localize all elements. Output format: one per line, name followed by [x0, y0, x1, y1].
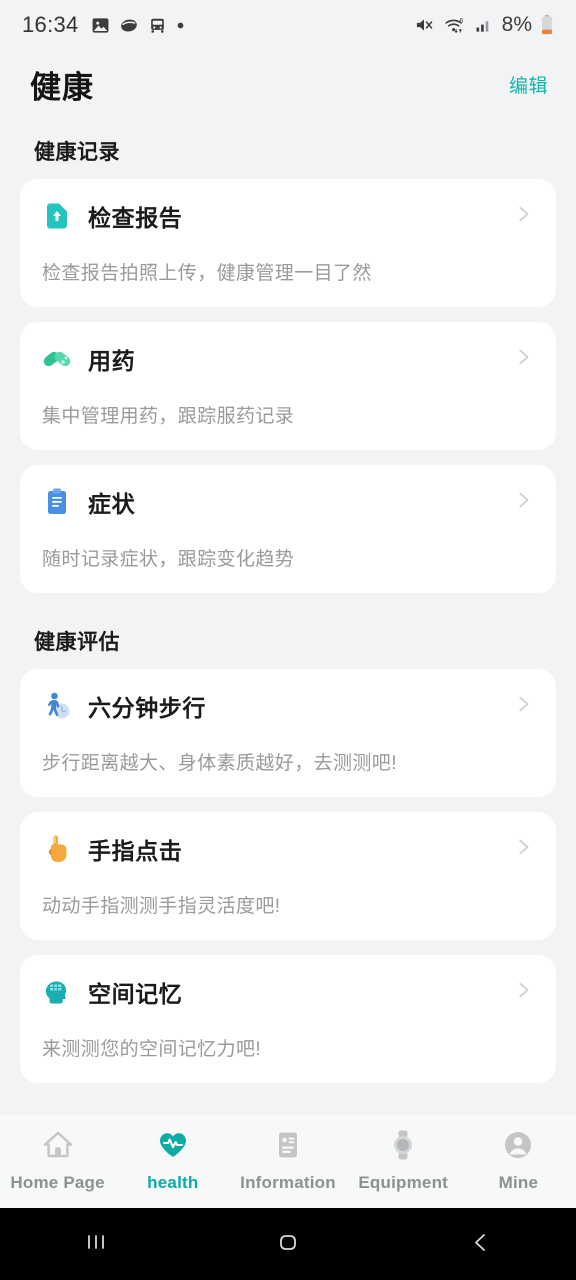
- status-notification-icons: [91, 16, 185, 35]
- card-description: 随时记录症状，跟踪变化趋势: [42, 549, 295, 570]
- heart-pulse-icon: [157, 1129, 189, 1166]
- tab-label: Home Page: [10, 1173, 105, 1192]
- home-icon: [273, 1227, 303, 1262]
- card-symptoms[interactable]: 症状 随时记录症状，跟踪变化趋势: [20, 465, 556, 593]
- page-title: 健康: [30, 69, 94, 105]
- card-six-minute-walk[interactable]: 六分钟步行 步行距离越大、身体素质越好，去测测吧!: [20, 669, 556, 797]
- health-content-scroll[interactable]: 健康记录 检查报告 检查报告拍照上传，健康管理一目了然 用药 集中管理用药，跟踪…: [0, 118, 576, 1113]
- battery-percent: 8%: [501, 13, 532, 36]
- transit-icon: [150, 18, 164, 33]
- tab-mine[interactable]: Mine: [461, 1129, 576, 1193]
- recents-button[interactable]: [0, 1227, 192, 1262]
- card-title: 检查报告: [88, 205, 183, 231]
- pills-icon: [42, 344, 72, 374]
- tab-label: Equipment: [358, 1173, 449, 1192]
- tab-health[interactable]: health: [115, 1129, 230, 1193]
- chevron-right-icon[interactable]: [512, 693, 534, 720]
- home-button[interactable]: [192, 1227, 384, 1262]
- card-description: 集中管理用药，跟踪服药记录: [42, 406, 295, 427]
- wifi-icon: 6: [445, 18, 463, 33]
- card-header: 症状: [42, 485, 534, 519]
- tab-label: health: [147, 1173, 199, 1192]
- clipboard-icon: [42, 487, 72, 517]
- card-header: 用药: [42, 342, 534, 376]
- system-navigation-bar: [0, 1208, 576, 1280]
- capsule-icon: [120, 18, 137, 32]
- chevron-right-icon[interactable]: [512, 346, 534, 373]
- card-description: 步行距离越大、身体素质越好，去测测吧!: [42, 753, 397, 774]
- card-title: 空间记忆: [88, 981, 183, 1007]
- photo-icon: [92, 17, 108, 33]
- recents-icon: [81, 1227, 111, 1262]
- card-finger-tap[interactable]: 手指点击 动动手指测测手指灵活度吧!: [20, 812, 556, 940]
- tab-equipment[interactable]: Equipment: [346, 1129, 461, 1193]
- page-header: 健康 编辑: [0, 50, 576, 118]
- id-card-icon: [272, 1129, 304, 1166]
- edit-button[interactable]: 编辑: [509, 71, 548, 98]
- finger-tap-icon: [42, 834, 72, 864]
- card-header: 手指点击: [42, 832, 534, 866]
- card-header: 六分钟步行: [42, 689, 534, 723]
- card-title: 手指点击: [88, 838, 183, 864]
- chevron-right-icon[interactable]: [512, 203, 534, 230]
- brain-head-icon: [42, 977, 72, 1007]
- bottom-tab-bar: Home Page health Information Equipment M…: [0, 1113, 576, 1208]
- section-title-health-assessment: 健康评估: [34, 631, 120, 654]
- tab-label: Information: [240, 1173, 336, 1192]
- person-icon: [502, 1129, 534, 1166]
- status-time: 16:34: [22, 12, 79, 37]
- chevron-right-icon[interactable]: [512, 979, 534, 1006]
- card-description: 来测测您的空间记忆力吧!: [42, 1039, 262, 1060]
- home-icon: [42, 1129, 74, 1166]
- card-header: 空间记忆: [42, 975, 534, 1009]
- tab-home-page[interactable]: Home Page: [0, 1129, 115, 1193]
- section-title-health-records: 健康记录: [34, 141, 120, 164]
- svg-text:6: 6: [459, 18, 463, 25]
- walking-person-icon: [42, 691, 72, 721]
- card-title: 六分钟步行: [88, 695, 206, 721]
- status-bar: 16:34 6 8%: [0, 0, 576, 50]
- card-title: 用药: [88, 348, 136, 374]
- watch-icon: [387, 1129, 419, 1166]
- signal-icon: [476, 21, 488, 32]
- card-spatial-memory[interactable]: 空间记忆 来测测您的空间记忆力吧!: [20, 955, 556, 1083]
- tab-label: Mine: [498, 1173, 539, 1192]
- chevron-right-icon[interactable]: [512, 489, 534, 516]
- card-header: 检查报告: [42, 199, 534, 233]
- back-button[interactable]: [384, 1227, 576, 1262]
- status-system-icons: 6 8%: [413, 13, 554, 37]
- card-description: 动动手指测测手指灵活度吧!: [42, 896, 281, 917]
- battery-icon: [541, 14, 553, 35]
- mute-icon: [416, 19, 432, 31]
- dot-icon: [177, 22, 183, 28]
- card-description: 检查报告拍照上传，健康管理一目了然: [42, 263, 372, 284]
- report-upload-icon: [42, 201, 72, 231]
- back-icon: [465, 1227, 495, 1262]
- tab-information[interactable]: Information: [230, 1129, 345, 1193]
- card-title: 症状: [88, 491, 136, 517]
- card-medication[interactable]: 用药 集中管理用药，跟踪服药记录: [20, 322, 556, 450]
- chevron-right-icon[interactable]: [512, 836, 534, 863]
- card-examination-report[interactable]: 检查报告 检查报告拍照上传，健康管理一目了然: [20, 179, 556, 307]
